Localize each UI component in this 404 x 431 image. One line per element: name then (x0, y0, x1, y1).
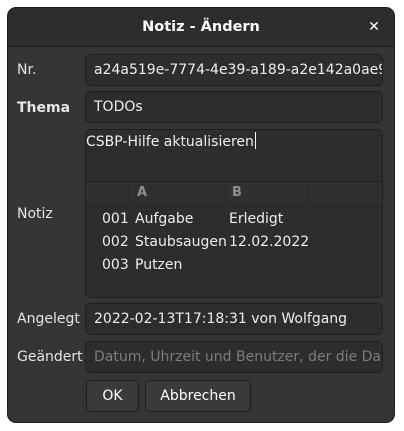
angelegt-field[interactable]: 2022-02-13T17:18:31 von Wolfgang (85, 303, 383, 335)
cell-a[interactable]: Aufgabe (135, 208, 193, 231)
dialog-window: Notiz - Ändern ✕ Nr. a24a519e-7774-4e39-… (8, 8, 394, 422)
dialog-title: Notiz - Ändern (142, 19, 260, 35)
title-bar: Notiz - Ändern ✕ (8, 8, 394, 47)
thema-field[interactable]: TODOs (85, 91, 383, 123)
cell-b[interactable]: 12.02.2022 (229, 231, 309, 254)
nr-field[interactable]: a24a519e-7774-4e39-a189-a2e142a0ae94 (85, 54, 383, 86)
notiz-text-line[interactable]: CSBP-Hilfe aktualisieren (86, 130, 256, 160)
table-row[interactable]: 002 Staubsaugen 12.02.2022 (86, 231, 382, 254)
table-row[interactable]: 003 Putzen (86, 254, 382, 277)
text-caret (254, 132, 256, 149)
notiz-editor[interactable]: CSBP-Hilfe aktualisieren A B 001 Aufgabe… (85, 129, 383, 298)
angelegt-label: Angelegt (17, 311, 80, 327)
cancel-button[interactable]: Abbrechen (145, 380, 251, 412)
column-header-a[interactable]: A (137, 182, 147, 204)
close-icon[interactable]: ✕ (364, 17, 384, 37)
cell-a[interactable]: Putzen (135, 254, 182, 277)
table-header: A B (86, 182, 382, 205)
ok-button[interactable]: OK (86, 380, 139, 412)
thema-label: Thema (17, 100, 71, 116)
row-number: 002 (102, 234, 129, 250)
column-divider (128, 182, 129, 204)
notiz-text: CSBP-Hilfe aktualisieren (86, 134, 254, 150)
cell-a[interactable]: Staubsaugen (135, 231, 227, 254)
notiz-label: Notiz (17, 206, 53, 222)
column-divider (307, 182, 308, 204)
column-divider (225, 182, 226, 204)
geaendert-field[interactable]: Datum, Uhrzeit und Benutzer, der die Da.… (85, 341, 383, 373)
geaendert-label: Geändert (17, 349, 83, 365)
row-number: 001 (102, 211, 129, 227)
cell-b[interactable]: Erledigt (229, 208, 283, 231)
table-row[interactable]: 001 Aufgabe Erledigt (86, 208, 382, 231)
row-number: 003 (102, 257, 129, 273)
nr-label: Nr. (17, 62, 37, 78)
column-header-b[interactable]: B (232, 182, 242, 204)
